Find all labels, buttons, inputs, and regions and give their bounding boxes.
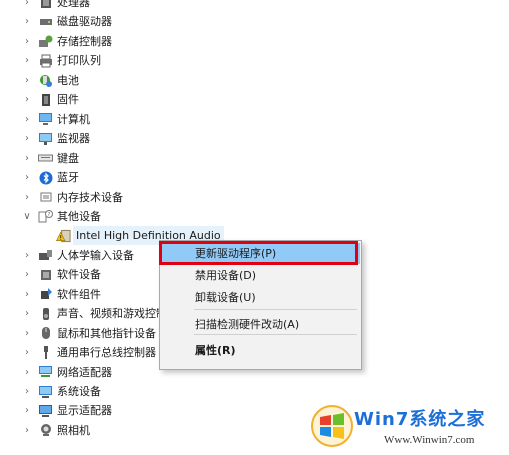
device-category[interactable]: › 固件	[0, 90, 509, 109]
watermark: Win7系统之家 Www.Winwin7.com	[310, 398, 509, 455]
disk-drive-icon	[38, 14, 53, 29]
chevron-right-icon[interactable]: ›	[23, 265, 31, 284]
processor-icon	[38, 0, 53, 10]
device-label: 通用串行总线控制器	[57, 346, 156, 360]
chevron-right-icon[interactable]: ›	[23, 421, 31, 440]
chevron-right-icon[interactable]: ›	[23, 149, 31, 168]
unknown-device-icon: ?	[38, 209, 53, 224]
display-adapter-icon	[38, 403, 53, 418]
device-label: 处理器	[57, 0, 90, 9]
device-label: 磁盘驱动器	[57, 15, 112, 29]
battery-icon	[38, 73, 53, 88]
chevron-right-icon[interactable]: ›	[23, 110, 31, 129]
context-menu-item[interactable]: 扫描检测硬件改动(A)	[161, 314, 360, 335]
context-menu-item[interactable]: 属性(R)	[161, 340, 360, 361]
menu-separator	[194, 334, 357, 335]
device-category[interactable]: › 内存技术设备	[0, 188, 509, 207]
watermark-url: Www.Winwin7.com	[384, 434, 475, 446]
chevron-right-icon[interactable]: ›	[23, 246, 31, 265]
device-category[interactable]: ∨? 其他设备	[0, 207, 509, 226]
memory-device-icon	[38, 190, 53, 205]
warning-device-icon	[56, 228, 71, 243]
print-queue-icon	[38, 53, 53, 68]
device-label: 照相机	[57, 423, 90, 437]
storage-controller-icon	[38, 34, 53, 49]
chevron-right-icon[interactable]: ›	[23, 188, 31, 207]
device-label: 系统设备	[57, 385, 101, 398]
device-category[interactable]: › 处理器	[0, 0, 509, 12]
menu-separator	[194, 309, 357, 310]
device-label: 人体学输入设备	[57, 248, 134, 262]
device-label: 监视器	[57, 132, 90, 146]
device-label: 固件	[57, 93, 79, 107]
highlight-box	[159, 241, 358, 265]
chevron-right-icon[interactable]: ›	[23, 0, 31, 12]
software-device-icon	[38, 267, 53, 282]
system-device-icon	[38, 384, 53, 399]
camera-icon	[38, 423, 53, 438]
device-category[interactable]: › 监视器	[0, 129, 509, 148]
chevron-right-icon[interactable]: ›	[23, 168, 31, 187]
chevron-right-icon[interactable]: ›	[23, 363, 31, 382]
chevron-right-icon[interactable]: ›	[23, 382, 31, 401]
context-menu-item[interactable]: 卸载设备(U)	[161, 287, 360, 308]
chevron-right-icon[interactable]: ›	[23, 12, 31, 31]
watermark-brand: Win7系统之家	[354, 409, 486, 430]
device-label: 存储控制器	[57, 34, 112, 48]
software-component-icon	[38, 287, 53, 302]
chevron-right-icon[interactable]: ›	[23, 401, 31, 420]
device-label: 其他设备	[57, 209, 101, 223]
device-category[interactable]: › 蓝牙	[0, 168, 509, 187]
chevron-right-icon[interactable]: ›	[23, 324, 31, 343]
monitor-icon	[38, 131, 53, 146]
device-category[interactable]: › 键盘	[0, 149, 509, 168]
device-category[interactable]: › 电池	[0, 71, 509, 90]
sound-icon	[38, 306, 53, 321]
device-label: 鼠标和其他指针设备	[57, 326, 156, 340]
chevron-right-icon[interactable]: ›	[23, 90, 31, 109]
mouse-icon	[38, 326, 53, 341]
device-label: 蓝牙	[57, 171, 79, 185]
device-category[interactable]: › 存储控制器	[0, 32, 509, 51]
device-category[interactable]: › 打印队列	[0, 51, 509, 70]
device-label: 打印队列	[57, 54, 101, 68]
chevron-right-icon[interactable]: ›	[23, 51, 31, 70]
hid-icon	[38, 248, 53, 263]
svg-text:?: ?	[48, 212, 51, 218]
device-label: 软件组件	[57, 287, 101, 301]
device-label: 网络适配器	[57, 365, 112, 379]
device-label: 显示适配器	[57, 404, 112, 418]
chevron-right-icon[interactable]: ›	[23, 129, 31, 148]
device-category[interactable]: › 磁盘驱动器	[0, 12, 509, 31]
device-label: 计算机	[57, 112, 90, 126]
keyboard-icon	[38, 151, 53, 166]
device-label: 电池	[57, 73, 79, 87]
chevron-right-icon[interactable]: ›	[23, 71, 31, 90]
chevron-right-icon[interactable]: ›	[23, 32, 31, 51]
chevron-right-icon[interactable]: ›	[23, 285, 31, 304]
network-adapter-icon	[38, 365, 53, 380]
device-label: 内存技术设备	[57, 190, 123, 204]
bluetooth-icon	[38, 170, 53, 185]
device-label: 软件设备	[57, 268, 101, 282]
context-menu-item[interactable]: 禁用设备(D)	[161, 265, 360, 286]
usb-icon	[38, 345, 53, 360]
chevron-right-icon[interactable]: ›	[23, 343, 31, 362]
firmware-icon	[38, 92, 53, 107]
chevron-down-icon[interactable]: ∨	[23, 207, 31, 226]
chevron-right-icon[interactable]: ›	[23, 304, 31, 323]
device-category[interactable]: › 计算机	[0, 110, 509, 129]
computer-icon	[38, 112, 53, 127]
win7-logo-icon	[311, 405, 353, 447]
device-label: 键盘	[57, 151, 79, 165]
